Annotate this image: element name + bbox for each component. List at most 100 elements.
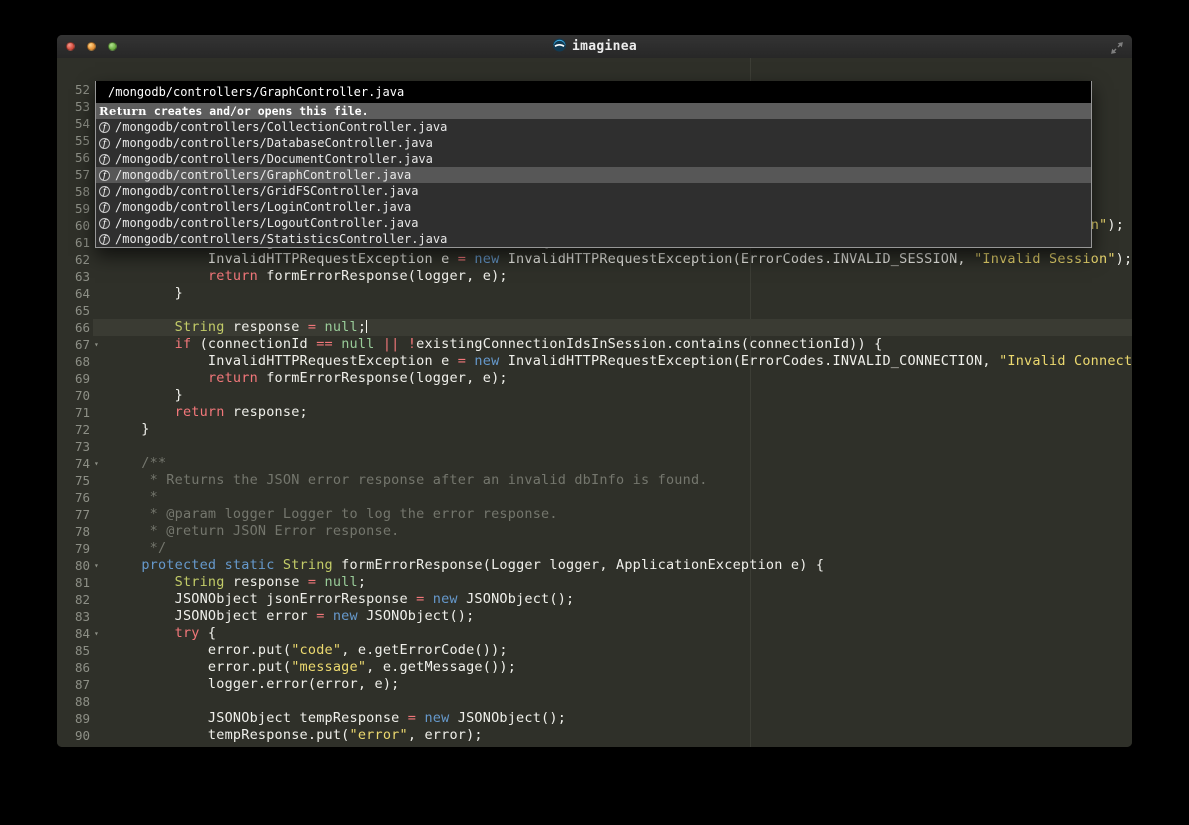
code-line[interactable]: 88 (57, 693, 1132, 710)
file-result-item[interactable]: f/mongodb/controllers/GraphController.ja… (96, 167, 1091, 183)
minimize-button[interactable] (87, 42, 96, 51)
goto-anything-input[interactable] (96, 81, 1091, 103)
code-line[interactable]: 72 } (57, 421, 1132, 438)
close-button[interactable] (66, 42, 75, 51)
code-line-content[interactable]: * (93, 489, 1132, 506)
zoom-button[interactable] (108, 42, 117, 51)
code-line-content[interactable]: InvalidHTTPRequestException e = new Inva… (93, 353, 1132, 370)
code-line-content[interactable]: tempResponse.put("error", error); (93, 727, 1132, 744)
code-token: JSONObject(); (449, 710, 566, 726)
file-path-label: /mongodb/controllers/DatabaseController.… (115, 136, 433, 150)
code-line-content[interactable]: * @return JSON Error response. (93, 523, 1132, 540)
fold-arrow-icon[interactable]: ▾ (94, 557, 99, 574)
code-line-content[interactable]: InvalidHTTPRequestException e = new Inva… (93, 251, 1132, 268)
code-line-content[interactable] (93, 693, 1132, 710)
code-line-content[interactable] (93, 438, 1132, 455)
code-line[interactable]: 62 InvalidHTTPRequestException e = new I… (57, 251, 1132, 268)
code-line[interactable]: 87 logger.error(error, e); (57, 676, 1132, 693)
code-line[interactable]: 73 (57, 438, 1132, 455)
code-line-content[interactable]: try { (93, 625, 1132, 642)
code-line-content[interactable]: if (connectionId == null || !existingCon… (93, 336, 1132, 353)
code-line[interactable]: 66 String response = null; (57, 319, 1132, 336)
code-line[interactable]: 79 */ (57, 540, 1132, 557)
code-line[interactable]: 74▾ /** (57, 455, 1132, 472)
code-line[interactable]: 82 JSONObject jsonErrorResponse = new JS… (57, 591, 1132, 608)
code-line-content[interactable]: } (93, 387, 1132, 404)
code-token: String (175, 319, 225, 335)
code-token: error.put( (108, 642, 291, 658)
code-line[interactable]: 90 tempResponse.put("error", error); (57, 727, 1132, 744)
file-result-item[interactable]: f/mongodb/controllers/CollectionControll… (96, 119, 1091, 135)
code-token: = (408, 710, 416, 726)
code-line-content[interactable]: */ (93, 540, 1132, 557)
code-line-content[interactable]: return formErrorResponse(logger, e); (93, 268, 1132, 285)
file-result-item[interactable]: f/mongodb/controllers/LoginController.ja… (96, 199, 1091, 215)
code-line[interactable]: 86 error.put("message", e.getMessage()); (57, 659, 1132, 676)
fold-arrow-icon[interactable]: ▾ (94, 336, 99, 353)
code-line-content[interactable]: return response; (93, 404, 1132, 421)
code-token: JSONObject(); (458, 591, 575, 607)
fullscreen-icon[interactable] (1110, 40, 1124, 54)
file-result-list: f/mongodb/controllers/CollectionControll… (96, 119, 1091, 247)
code-line[interactable]: 68 InvalidHTTPRequestException e = new I… (57, 353, 1132, 370)
code-line-content[interactable]: error.put("code", e.getErrorCode()); (93, 642, 1132, 659)
file-result-item[interactable]: f/mongodb/controllers/GridFSController.j… (96, 183, 1091, 199)
file-icon: f (99, 234, 110, 245)
line-number: 75 (57, 472, 93, 489)
file-result-item[interactable]: f/mongodb/controllers/DocumentController… (96, 151, 1091, 167)
code-editor[interactable]: 525354555657585960 Set<String> existingC… (57, 58, 1132, 747)
code-line[interactable]: 80▾ protected static String formErrorRes… (57, 557, 1132, 574)
code-token: formErrorResponse(logger, e); (258, 370, 508, 386)
code-line-content[interactable]: String response = null; (93, 574, 1132, 591)
code-line[interactable]: 67▾ if (connectionId == null || !existin… (57, 336, 1132, 353)
code-line[interactable]: 83 JSONObject error = new JSONObject(); (57, 608, 1132, 625)
code-line-content[interactable]: /** (93, 455, 1132, 472)
code-line-content[interactable]: error.put("message", e.getMessage()); (93, 659, 1132, 676)
code-line-content[interactable]: logger.error(error, e); (93, 676, 1132, 693)
code-line[interactable]: 84▾ try { (57, 625, 1132, 642)
fold-arrow-icon[interactable]: ▾ (94, 625, 99, 642)
code-line-content[interactable]: JSONObject tempResponse = new JSONObject… (93, 710, 1132, 727)
code-token: new (474, 353, 499, 369)
code-line[interactable]: 78 * @return JSON Error response. (57, 523, 1132, 540)
line-number: 63 (57, 268, 93, 285)
file-result-item[interactable]: f/mongodb/controllers/LogoutController.j… (96, 215, 1091, 231)
fold-arrow-icon[interactable]: ▾ (94, 455, 99, 472)
code-line[interactable]: 77 * @param logger Logger to log the err… (57, 506, 1132, 523)
code-line[interactable]: 63 return formErrorResponse(logger, e); (57, 268, 1132, 285)
code-line[interactable]: 70 } (57, 387, 1132, 404)
code-line[interactable]: 89 JSONObject tempResponse = new JSONObj… (57, 710, 1132, 727)
code-line-content[interactable]: protected static String formErrorRespons… (93, 557, 1132, 574)
code-line[interactable]: 71 return response; (57, 404, 1132, 421)
code-token (424, 591, 432, 607)
code-token: String (283, 557, 333, 573)
code-line-content[interactable]: } (93, 421, 1132, 438)
file-result-item[interactable]: f/mongodb/controllers/StatisticsControll… (96, 231, 1091, 247)
code-token: , error); (408, 727, 483, 743)
code-line-content[interactable]: return formErrorResponse(logger, e); (93, 370, 1132, 387)
line-number: 72 (57, 421, 93, 438)
code-line-content[interactable]: * @param logger Logger to log the error … (93, 506, 1132, 523)
code-line[interactable]: 85 error.put("code", e.getErrorCode()); (57, 642, 1132, 659)
titlebar[interactable]: imaginea (57, 35, 1132, 59)
code-line-content[interactable]: String response = null; (93, 319, 1132, 336)
code-line-content[interactable]: JSONObject error = new JSONObject(); (93, 608, 1132, 625)
code-line-content[interactable] (93, 302, 1132, 319)
code-line-content[interactable]: JSONObject jsonErrorResponse = new JSONO… (93, 591, 1132, 608)
file-path-label: /mongodb/controllers/GridFSController.ja… (115, 184, 418, 198)
code-token (375, 336, 383, 352)
code-token: new (333, 608, 358, 624)
code-token (333, 336, 341, 352)
code-line-content[interactable]: * Returns the JSON error response after … (93, 472, 1132, 489)
file-result-item[interactable]: f/mongodb/controllers/DatabaseController… (96, 135, 1091, 151)
code-line[interactable]: 75 * Returns the JSON error response aft… (57, 472, 1132, 489)
code-line[interactable]: 76 * (57, 489, 1132, 506)
code-line-content[interactable]: } (93, 285, 1132, 302)
code-token: , e.getErrorCode()); (341, 642, 508, 658)
code-line[interactable]: 81 String response = null; (57, 574, 1132, 591)
code-line[interactable]: 69 return formErrorResponse(logger, e); (57, 370, 1132, 387)
line-number: 87 (57, 676, 93, 693)
line-number: 78 (57, 523, 93, 540)
code-line[interactable]: 65 (57, 302, 1132, 319)
code-line[interactable]: 64 } (57, 285, 1132, 302)
